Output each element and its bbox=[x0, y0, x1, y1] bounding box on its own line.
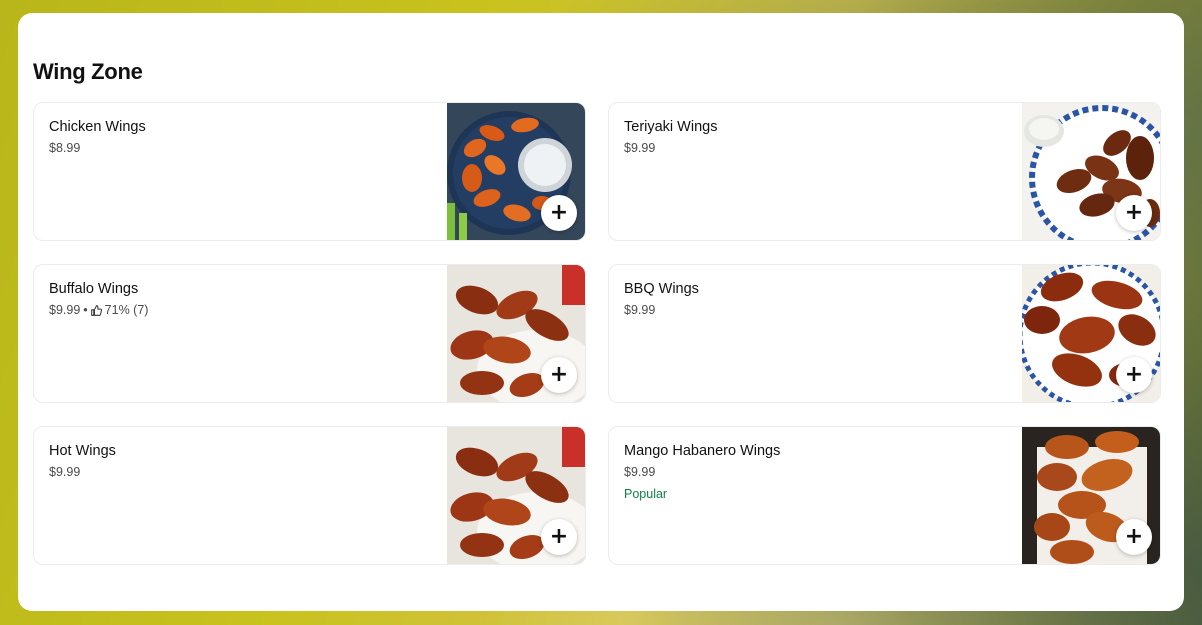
add-to-cart-button[interactable]: + bbox=[1116, 519, 1152, 555]
menu-item-mango-habanero-wings[interactable]: Mango Habanero Wings $9.99 Popular + bbox=[608, 426, 1161, 565]
add-to-cart-button[interactable]: + bbox=[541, 195, 577, 231]
item-name: Buffalo Wings bbox=[49, 281, 139, 297]
menu-item-buffalo-wings[interactable]: Buffalo Wings $9.99 • 71% (7) + bbox=[33, 264, 586, 403]
item-price: $9.99 bbox=[624, 303, 656, 317]
section-title: Wing Zone bbox=[33, 59, 143, 84]
separator-dot: • bbox=[83, 303, 88, 317]
item-rating: 71% (7) bbox=[104, 303, 149, 317]
add-to-cart-button[interactable]: + bbox=[1116, 195, 1152, 231]
menu-item-teriyaki-wings[interactable]: Teriyaki Wings $9.99 + bbox=[608, 102, 1161, 241]
item-name: Hot Wings bbox=[49, 443, 116, 459]
menu-item-chicken-wings[interactable]: Chicken Wings $8.99 + bbox=[33, 102, 586, 241]
menu-item-bbq-wings[interactable]: BBQ Wings $9.99 + bbox=[608, 264, 1161, 403]
menu-section-card: Wing Zone Chicken Wings $8.99 + Teriyaki… bbox=[18, 13, 1184, 611]
item-name: Teriyaki Wings bbox=[624, 119, 718, 135]
item-price: $9.99 bbox=[624, 141, 656, 155]
item-name: BBQ Wings bbox=[624, 281, 699, 297]
item-price: $9.99 bbox=[624, 465, 656, 479]
menu-item-grid: Chicken Wings $8.99 + Teriyaki Wings $9.… bbox=[33, 102, 1161, 565]
add-to-cart-button[interactable]: + bbox=[541, 519, 577, 555]
thumbs-up-icon bbox=[90, 304, 102, 316]
add-to-cart-button[interactable]: + bbox=[1116, 357, 1152, 393]
item-price: $9.99 bbox=[49, 303, 81, 317]
item-price: $8.99 bbox=[49, 141, 81, 155]
item-name: Chicken Wings bbox=[49, 119, 146, 135]
popular-badge: Popular bbox=[624, 487, 668, 501]
item-name: Mango Habanero Wings bbox=[624, 443, 781, 459]
add-to-cart-button[interactable]: + bbox=[541, 357, 577, 393]
menu-item-hot-wings[interactable]: Hot Wings $9.99 + bbox=[33, 426, 586, 565]
item-price: $9.99 bbox=[49, 465, 81, 479]
